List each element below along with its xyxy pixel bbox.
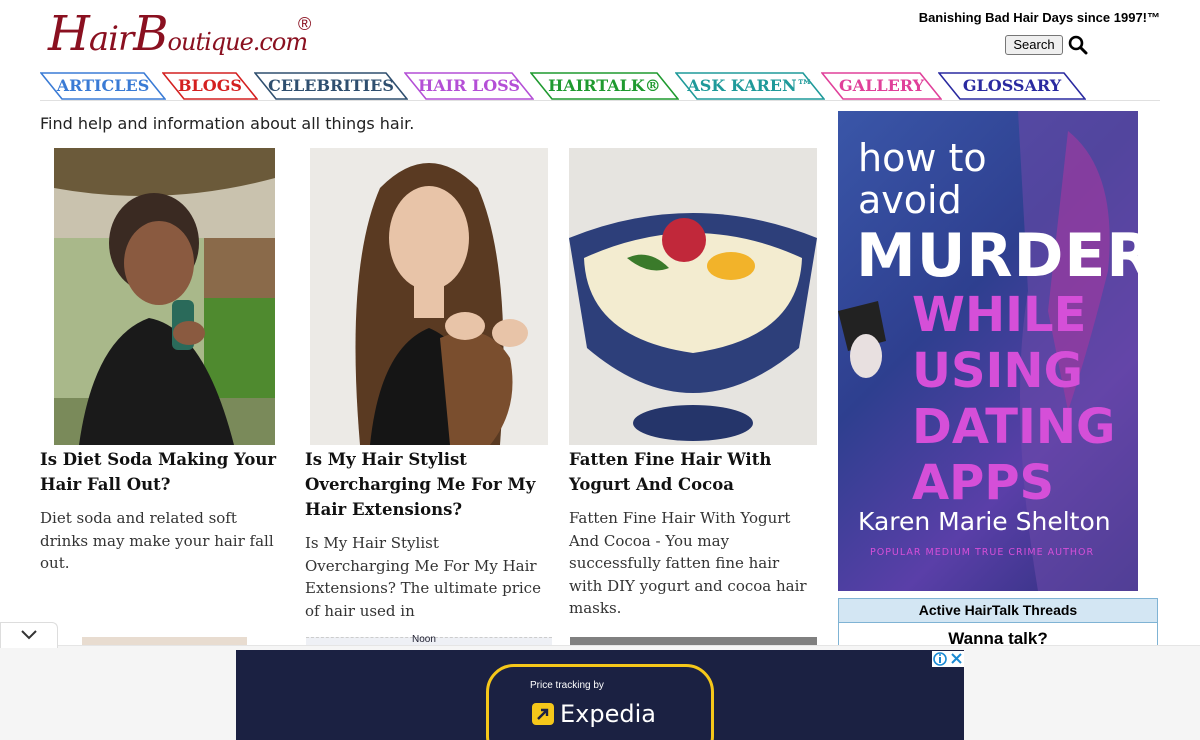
nav-tab-label: GALLERY: [839, 76, 924, 95]
ad-line-subtitle: WHILE USING DATING APPS: [912, 287, 1116, 511]
chevron-down-icon: [21, 630, 37, 640]
nav-tab-glossary[interactable]: GLOSSARY: [938, 72, 1086, 100]
nav-tab-blogs[interactable]: BLOGS: [162, 72, 258, 100]
nav-tab-articles[interactable]: ARTICLES: [40, 72, 166, 100]
article-summary: Is My Hair Stylist Overcharging Me For M…: [305, 534, 541, 620]
article-thumbnail[interactable]: [54, 148, 275, 445]
nav-tab-ask-karen[interactable]: ASK KAREN™: [675, 72, 825, 100]
article-summary: Diet soda and related soft drinks may ma…: [40, 509, 274, 572]
nav-tab-celebrities[interactable]: CELEBRITIES: [254, 72, 408, 100]
ad-tracking-text: Price tracking by: [530, 680, 604, 691]
article-thumbnail-peek[interactable]: [82, 637, 247, 645]
peek-label: Noon: [412, 634, 436, 645]
threads-header: Active HairTalk Threads: [839, 599, 1157, 623]
nav-tab-hair-loss[interactable]: HAIR LOSS: [404, 72, 534, 100]
nav-tab-gallery[interactable]: GALLERY: [821, 72, 942, 100]
search-button[interactable]: Search: [1005, 35, 1063, 55]
expedia-mark-icon: [532, 703, 554, 725]
nav-baseline: [40, 100, 1160, 101]
nav-tab-label: HAIRTALK®: [548, 76, 661, 95]
site-tagline: Banishing Bad Hair Days since 1997!™: [918, 10, 1160, 25]
nav-tab-label: ASK KAREN™: [687, 76, 813, 95]
main-nav: ARTICLES BLOGS CELEBRITIES HAIR LOSS HAIRTAL…: [40, 72, 1160, 102]
article-title[interactable]: Fatten Fine Hair With Yogurt And Cocoa: [569, 447, 809, 497]
nav-tab-label: ARTICLES: [56, 76, 150, 95]
expedia-wordmark: Expedia: [560, 700, 656, 728]
intro-text: Find help and information about all thin…: [40, 114, 415, 133]
nav-tab-label: HAIR LOSS: [418, 76, 520, 95]
article-thumbnail-peek[interactable]: [570, 637, 817, 645]
ad-line-murder: MURDER: [856, 221, 1138, 291]
logo-registered: ®: [298, 14, 312, 34]
article-title[interactable]: Is Diet Soda Making Your Hair Fall Out?: [40, 447, 280, 497]
article-thumbnail[interactable]: [310, 148, 548, 445]
article-title[interactable]: Is My Hair Stylist Overcharging Me For M…: [305, 447, 545, 522]
collapse-ad-button[interactable]: [0, 622, 58, 648]
sidebar-book-ad[interactable]: how to avoid MURDER WHILE USING DATING AP…: [838, 111, 1138, 591]
article-summary: Fatten Fine Hair With Yogurt And Cocoa -…: [569, 509, 807, 617]
ad-line-1: how to avoid: [858, 136, 987, 222]
search-icon[interactable]: [1068, 35, 1088, 55]
bottom-banner-ad[interactable]: Price tracking by Expedia: [236, 650, 964, 740]
logo-wordmark: HairBoutique.com: [48, 6, 308, 62]
nav-tab-hairtalk[interactable]: HAIRTALK®: [530, 72, 679, 100]
article-thumbnail[interactable]: [569, 148, 817, 445]
nav-tab-label: BLOGS: [178, 76, 242, 95]
adchoices-icon[interactable]: [932, 651, 964, 667]
ad-byline: POPULAR MEDIUM TRUE CRIME AUTHOR: [870, 547, 1095, 558]
nav-tab-label: GLOSSARY: [962, 76, 1062, 95]
site-logo[interactable]: HairBoutique.com ®: [48, 2, 328, 62]
nav-tab-label: CELEBRITIES: [268, 76, 394, 95]
ad-author: Karen Marie Shelton: [858, 507, 1111, 536]
